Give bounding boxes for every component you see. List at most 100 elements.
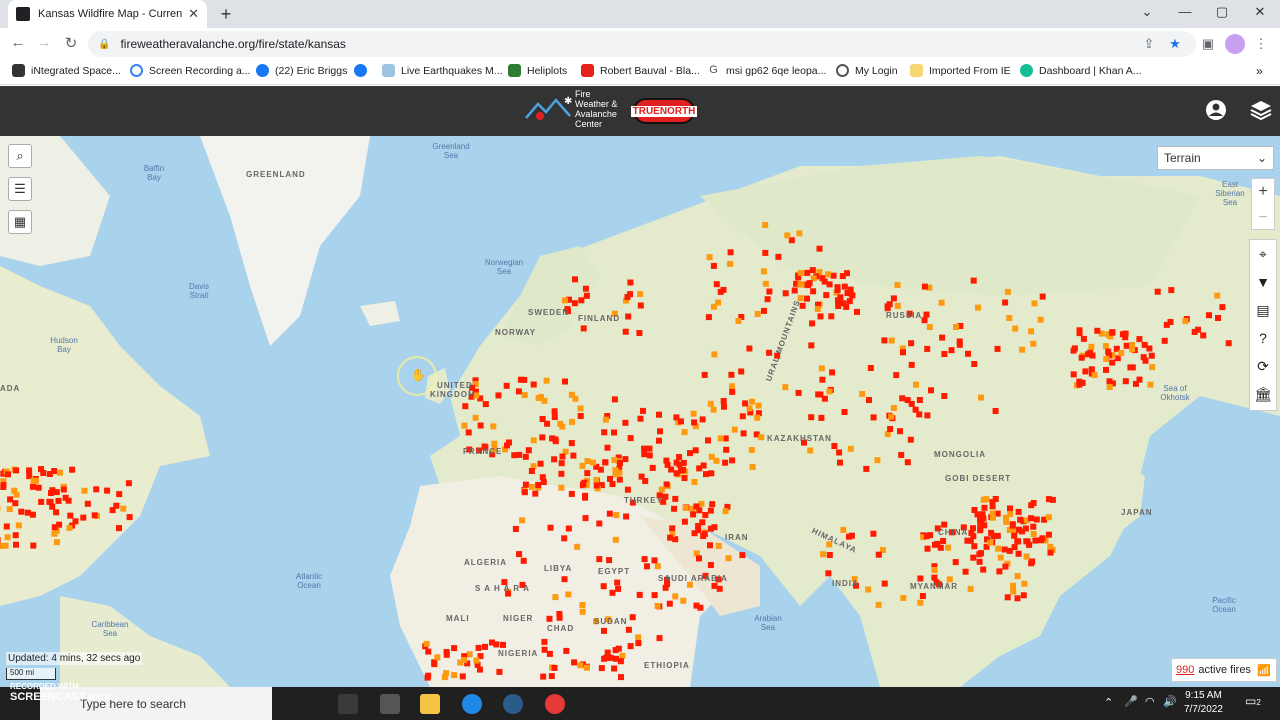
fire-marker[interactable] <box>971 543 978 550</box>
fire-marker[interactable] <box>48 490 54 496</box>
fire-marker[interactable] <box>976 558 983 565</box>
fire-marker[interactable] <box>627 279 634 286</box>
fire-marker[interactable] <box>120 505 127 512</box>
fire-marker[interactable] <box>611 457 618 464</box>
microphone-icon[interactable]: 🎤 <box>1124 695 1138 708</box>
fire-marker[interactable] <box>1002 299 1009 306</box>
fire-marker[interactable] <box>1154 288 1161 295</box>
fire-marker[interactable] <box>754 311 761 317</box>
fire-marker[interactable] <box>29 483 36 490</box>
fire-marker[interactable] <box>1109 359 1116 366</box>
fire-marker[interactable] <box>552 438 559 445</box>
fire-marker[interactable] <box>1225 340 1232 347</box>
fire-marker[interactable] <box>1030 340 1037 347</box>
fire-marker[interactable] <box>461 657 468 663</box>
fire-marker[interactable] <box>1028 328 1035 335</box>
fire-marker[interactable] <box>702 512 709 518</box>
fire-marker[interactable] <box>638 473 645 480</box>
fire-marker[interactable] <box>1147 381 1154 388</box>
fire-marker[interactable] <box>12 532 19 539</box>
fire-marker[interactable] <box>80 514 87 521</box>
fire-marker[interactable] <box>711 303 717 310</box>
active-fires-badge[interactable]: 990 active fires 📶 <box>1171 658 1277 682</box>
fire-marker[interactable] <box>826 388 833 395</box>
fire-marker[interactable] <box>766 288 773 295</box>
fire-marker[interactable] <box>656 635 663 642</box>
fire-marker[interactable] <box>672 536 679 543</box>
fire-marker[interactable] <box>970 277 977 284</box>
fire-marker[interactable] <box>978 550 984 557</box>
fire-marker[interactable] <box>667 534 674 541</box>
fire-marker[interactable] <box>473 657 480 664</box>
bookmark-item[interactable]: My Login <box>836 64 898 77</box>
fire-marker[interactable] <box>423 640 430 647</box>
fire-marker[interactable] <box>749 398 756 405</box>
fire-marker[interactable] <box>825 271 832 278</box>
fire-marker[interactable] <box>981 504 988 511</box>
fire-marker[interactable] <box>917 599 924 606</box>
fire-marker[interactable] <box>866 397 872 403</box>
fire-marker[interactable] <box>875 601 882 608</box>
fire-marker[interactable] <box>517 376 524 383</box>
fire-marker[interactable] <box>888 413 895 420</box>
fire-marker[interactable] <box>72 518 79 525</box>
fire-marker[interactable] <box>746 345 753 352</box>
fire-marker[interactable] <box>579 602 586 608</box>
calculator-icon[interactable]: ▦ <box>8 210 32 234</box>
fire-marker[interactable] <box>625 626 632 633</box>
fire-marker[interactable] <box>613 512 620 519</box>
fire-marker[interactable] <box>707 542 713 549</box>
fire-marker[interactable] <box>596 556 603 563</box>
fire-marker[interactable] <box>1020 592 1027 599</box>
fire-marker[interactable] <box>611 429 617 436</box>
fire-marker[interactable] <box>577 662 584 669</box>
fire-marker[interactable] <box>835 303 842 309</box>
fire-marker[interactable] <box>701 530 708 537</box>
fire-marker[interactable] <box>1014 573 1021 580</box>
fire-marker[interactable] <box>126 514 133 521</box>
fire-marker[interactable] <box>816 245 823 252</box>
fire-marker[interactable] <box>996 568 1003 575</box>
fire-marker[interactable] <box>612 536 619 543</box>
fire-marker[interactable] <box>1214 292 1221 299</box>
fire-marker[interactable] <box>38 466 44 473</box>
fire-marker[interactable] <box>522 453 529 460</box>
fire-marker[interactable] <box>939 334 946 341</box>
fire-marker[interactable] <box>916 397 923 403</box>
fire-marker[interactable] <box>690 511 697 518</box>
truenorth-logo[interactable]: TRUENORTH <box>630 98 698 124</box>
fire-marker[interactable] <box>696 465 703 472</box>
fire-marker[interactable] <box>636 330 643 336</box>
fire-marker[interactable] <box>625 313 632 320</box>
fire-marker[interactable] <box>525 447 532 454</box>
fire-marker[interactable] <box>55 497 62 504</box>
fire-marker[interactable] <box>559 453 566 460</box>
fire-marker[interactable] <box>924 545 931 552</box>
fire-marker[interactable] <box>646 452 653 459</box>
fire-marker[interactable] <box>1015 508 1022 515</box>
bookmark-item[interactable] <box>354 64 373 77</box>
fire-marker[interactable] <box>604 654 611 661</box>
fire-marker[interactable] <box>713 281 720 288</box>
fire-marker[interactable] <box>894 282 901 288</box>
fire-marker[interactable] <box>609 589 616 596</box>
fire-marker[interactable] <box>1123 342 1130 349</box>
fire-marker[interactable] <box>1200 332 1207 339</box>
bookmark-item[interactable]: Gmsi gp62 6qe leopa... <box>707 64 826 77</box>
fire-marker[interactable] <box>758 434 765 441</box>
fire-marker[interactable] <box>656 437 662 444</box>
fire-marker[interactable] <box>701 371 708 378</box>
fire-marker[interactable] <box>666 600 673 607</box>
fire-marker[interactable] <box>543 377 550 384</box>
fire-marker[interactable] <box>668 466 675 473</box>
fire-marker[interactable] <box>899 395 906 402</box>
fire-markers-layer[interactable] <box>0 136 1280 687</box>
fire-marker[interactable] <box>952 559 959 566</box>
fire-marker[interactable] <box>598 665 605 672</box>
fire-marker[interactable] <box>814 305 821 312</box>
fire-marker[interactable] <box>51 524 58 531</box>
fire-marker[interactable] <box>809 320 816 327</box>
fire-marker[interactable] <box>472 414 479 421</box>
fire-marker[interactable] <box>535 482 542 488</box>
fire-marker[interactable] <box>723 446 730 453</box>
